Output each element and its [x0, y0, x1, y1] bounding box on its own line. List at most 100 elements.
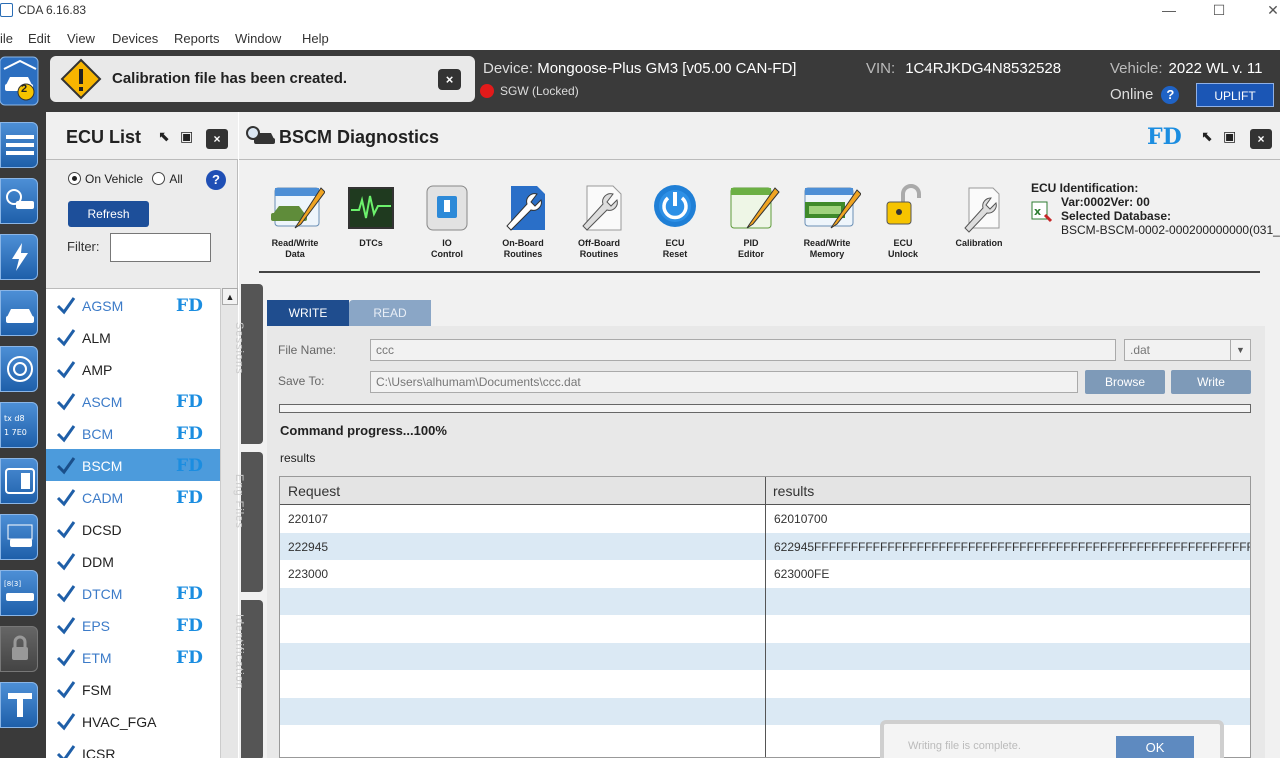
checkmark-icon — [56, 329, 76, 347]
tool-dtcs[interactable]: DTCs — [335, 182, 407, 249]
side-tab-sessions[interactable]: Sessions — [233, 284, 263, 444]
close-window-button[interactable]: ✕ — [1250, 0, 1280, 22]
maximize-main-icon[interactable]: ▣ — [1223, 128, 1236, 145]
ecu-list-item[interactable]: AMP — [46, 353, 220, 385]
ecu-name: ASCM — [82, 394, 123, 410]
maximize-button[interactable]: ☐ — [1196, 0, 1242, 22]
column-header-request[interactable]: Request — [288, 483, 340, 499]
ecu-list-item[interactable]: CADM FD — [46, 481, 220, 513]
ecu-list-item[interactable]: ALM — [46, 321, 220, 353]
scroll-up-arrow[interactable]: ▲ — [222, 288, 238, 305]
refresh-button[interactable]: Refresh — [68, 201, 149, 227]
radio-on-vehicle[interactable] — [68, 172, 81, 185]
minimize-button[interactable]: — — [1146, 0, 1192, 22]
online-help-icon[interactable]: ? — [1161, 86, 1180, 104]
garage-button[interactable]: 2 — [0, 55, 40, 107]
car-edit-icon — [271, 187, 326, 229]
strip-window-button[interactable] — [0, 458, 38, 504]
menu-file[interactable]: ile — [0, 31, 13, 46]
checkmark-icon — [56, 681, 76, 699]
menu-reports[interactable]: Reports — [174, 31, 220, 46]
notification-close-button[interactable]: × — [438, 69, 461, 90]
fd-badge: FD — [176, 584, 203, 604]
tool-strip: tx d8 1 7E0 [8(3] — [0, 112, 46, 758]
checkmark-icon — [56, 297, 76, 315]
side-tab-eng-files[interactable]: Eng Files — [233, 452, 263, 592]
tool-label: Memory — [809, 249, 845, 259]
uplift-button[interactable]: UPLIFT — [1196, 83, 1274, 107]
tool-pid-editor[interactable]: PID Editor — [715, 182, 787, 260]
ecu-list-item[interactable]: DTCM FD — [46, 577, 220, 609]
tool-ecu-unlock[interactable]: ECU Unlock — [867, 182, 939, 260]
vehicle-scan-icon — [6, 189, 34, 209]
ecu-list-item[interactable]: HVAC_FGA — [46, 705, 220, 737]
command-progress-text: Command progress...100% — [280, 423, 447, 438]
strip-vehicle-scan-button[interactable] — [0, 178, 38, 224]
ecu-list-item[interactable]: ICSR — [46, 737, 220, 758]
tool-on-board-routines[interactable]: On-Board Routines — [487, 182, 559, 260]
undock-main-icon[interactable]: ⬉ — [1201, 128, 1213, 145]
tab-read[interactable]: READ — [349, 300, 431, 326]
strip-text-button[interactable] — [0, 682, 38, 728]
padlock-open-icon — [886, 184, 921, 225]
vehicle-info: Vehicle: 2022 WL v. 11 — [1110, 60, 1263, 77]
strip-car-data-button[interactable]: [8(3] — [0, 570, 38, 616]
ecu-name: BCM — [82, 426, 114, 442]
menu-help[interactable]: Help — [302, 31, 329, 46]
ecu-name: AGSM — [82, 298, 124, 314]
browse-button[interactable]: Browse — [1085, 370, 1165, 394]
strip-garage-button[interactable] — [0, 514, 38, 560]
excel-export-icon[interactable]: x — [1031, 201, 1053, 223]
results-label: results — [280, 451, 316, 465]
ecu-list-close-button[interactable]: × — [206, 129, 228, 149]
ecu-list-item[interactable]: BSCM FD — [46, 449, 220, 481]
menu-view[interactable]: View — [67, 31, 95, 46]
extension-select[interactable]: .dat ▼ — [1124, 339, 1251, 361]
write-complete-dialog: Writing file is complete. OK — [880, 720, 1224, 758]
tool-label: ECU — [665, 238, 685, 248]
tool-read-write-data[interactable]: Read/Write Data — [259, 182, 331, 260]
tab-write[interactable]: WRITE — [267, 300, 349, 326]
strip-can-button[interactable]: tx d8 1 7E0 — [0, 402, 38, 448]
tool-off-board-routines[interactable]: Off-Board Routines — [563, 182, 635, 260]
ecu-list-title: ECU List — [66, 127, 142, 147]
menu-devices[interactable]: Devices — [112, 31, 158, 46]
strip-menu-button[interactable] — [0, 122, 38, 168]
menu-window[interactable]: Window — [235, 31, 281, 46]
file-name-input[interactable]: ccc — [370, 339, 1116, 361]
ecu-list-item[interactable]: ASCM FD — [46, 385, 220, 417]
write-button[interactable]: Write — [1171, 370, 1251, 394]
chevron-down-icon[interactable]: ▼ — [1230, 340, 1250, 360]
strip-lock-button[interactable] — [0, 626, 38, 672]
strip-flash-button[interactable] — [0, 234, 38, 280]
tool-read-write-memory[interactable]: Read/Write Memory — [791, 182, 863, 260]
diagnostics-close-button[interactable]: × — [1250, 129, 1272, 149]
side-tab-identification[interactable]: Identification — [233, 600, 263, 758]
radio-all[interactable] — [152, 172, 166, 185]
ecu-list-item[interactable]: BCM FD — [46, 417, 220, 449]
column-header-results[interactable]: results — [773, 483, 814, 499]
ecu-help-icon[interactable]: ? — [206, 170, 226, 190]
ecu-list-item[interactable]: EPS FD — [46, 609, 220, 641]
dialog-ok-button[interactable]: OK — [1116, 736, 1194, 758]
t-letter-icon — [8, 693, 32, 717]
undock-icon[interactable]: ⬉ — [158, 128, 170, 145]
filter-input[interactable] — [110, 233, 211, 262]
tool-io-control[interactable]: IO Control — [411, 182, 483, 260]
strip-signal-button[interactable] — [0, 346, 38, 392]
ecu-list-panel: ECU List ⬉ ▣ × On Vehicle All ? Refresh … — [46, 112, 238, 758]
ecu-list-item[interactable]: AGSM FD — [46, 289, 220, 321]
tool-ecu-reset[interactable]: ECU Reset — [639, 182, 711, 260]
ecu-list-item[interactable]: DCSD — [46, 513, 220, 545]
save-to-input[interactable]: C:\Users\alhumam\Documents\ccc.dat — [370, 371, 1078, 393]
maximize-panel-icon[interactable]: ▣ — [180, 128, 193, 145]
ecu-list-item[interactable]: FSM — [46, 673, 220, 705]
strip-car-button[interactable] — [0, 290, 38, 336]
ecu-list-item[interactable]: DDM — [46, 545, 220, 577]
selected-database-heading: Selected Database: — [1061, 209, 1172, 223]
menu-edit[interactable]: Edit — [28, 31, 50, 46]
checkmark-icon — [56, 457, 76, 475]
tool-label: Editor — [738, 249, 764, 259]
ecu-list-item[interactable]: ETM FD — [46, 641, 220, 673]
tool-calibration[interactable]: Calibration — [943, 182, 1015, 249]
